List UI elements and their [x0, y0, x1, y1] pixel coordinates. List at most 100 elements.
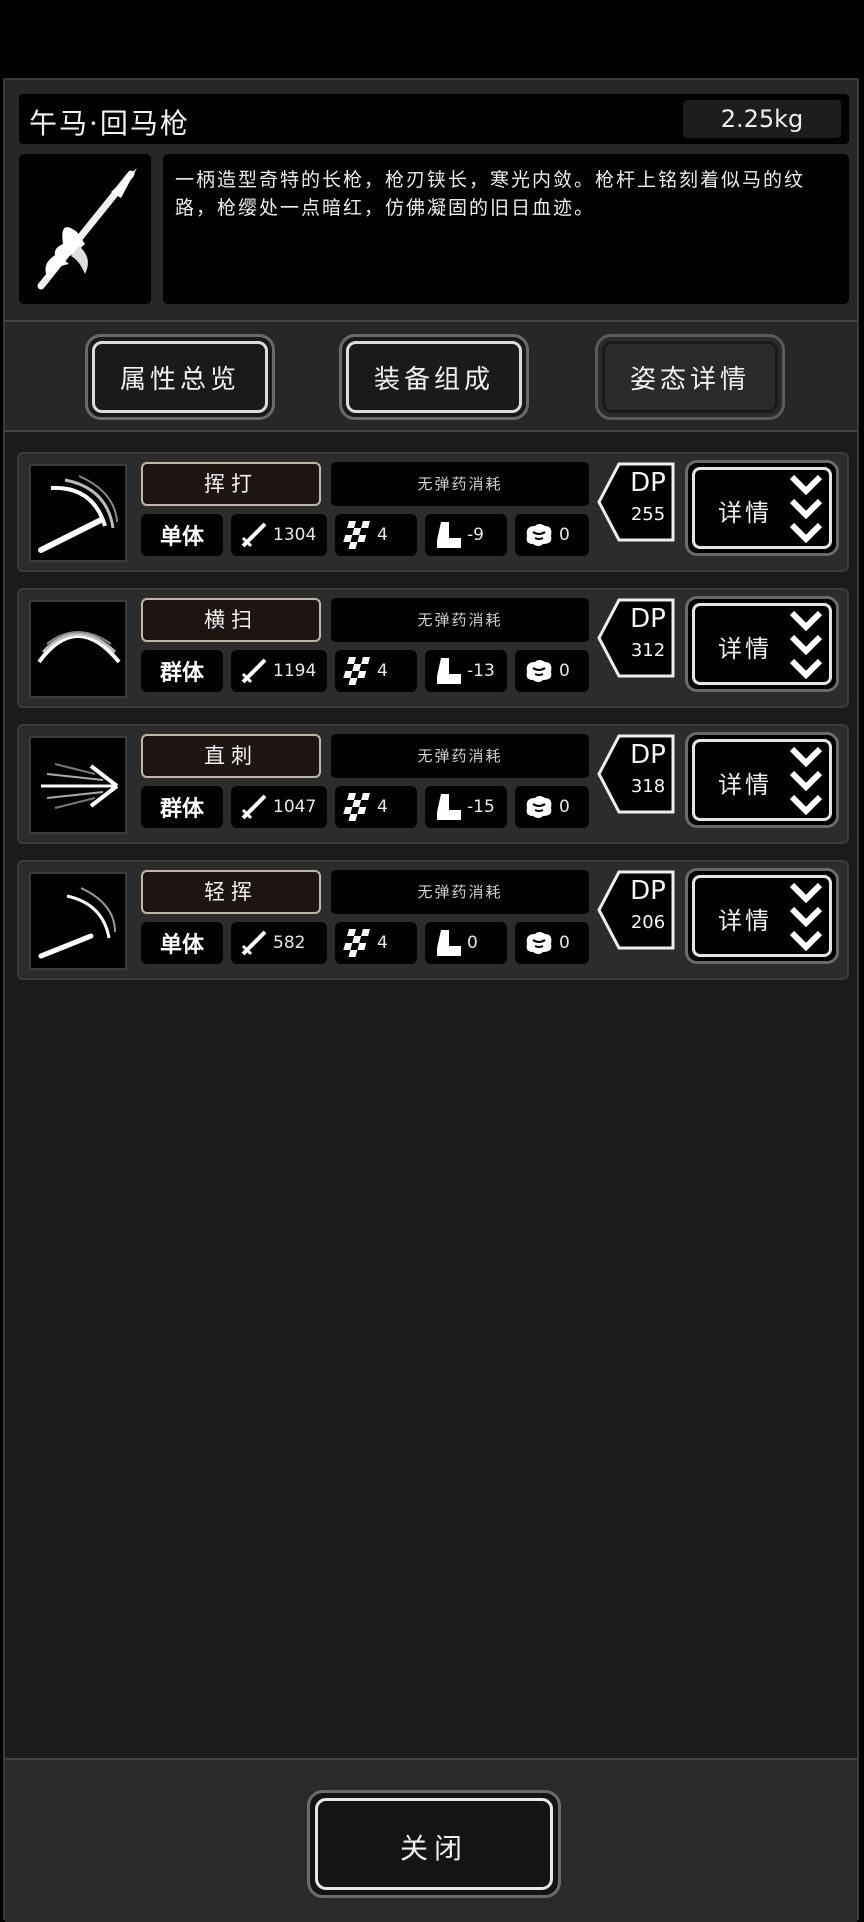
dp-badge: DP 255: [597, 462, 677, 542]
target-type-badge: 群体: [141, 786, 223, 828]
sanity-stat: 0: [515, 650, 589, 692]
skill-row: 直刺 无弹药消耗 群体 1047 4 -15 0 DP 318 详情: [17, 724, 849, 844]
tab-equipment-composition[interactable]: 装备组成: [339, 334, 529, 420]
skill-name: 轻挥: [141, 870, 321, 914]
attack-stat: 1304: [231, 514, 327, 556]
skill-detail-button[interactable]: 详情: [685, 460, 839, 556]
detail-label: 详情: [718, 907, 772, 935]
skill-row: 挥打 无弹药消耗 单体 1304 4 -9 0 DP 255 详情: [17, 452, 849, 572]
target-type-badge: 单体: [141, 514, 223, 556]
boot-icon: [437, 794, 461, 820]
brain-icon: [526, 524, 552, 546]
attack-stat: 1194: [231, 650, 327, 692]
sanity-value: 0: [559, 933, 570, 953]
target-type-badge: 单体: [141, 922, 223, 964]
sweep-arc-icon: [29, 600, 127, 698]
chevron-down-icon: [789, 882, 823, 952]
tab-label: 姿态详情: [629, 364, 750, 395]
dp-value: 312: [630, 640, 666, 661]
sword-icon: [241, 794, 267, 820]
move-stat: -9: [425, 514, 507, 556]
skill-detail-button[interactable]: 详情: [685, 868, 839, 964]
skill-name: 直刺: [141, 734, 321, 778]
swing-slash-icon: [29, 464, 127, 562]
boot-icon: [437, 522, 461, 548]
item-header: 午马·回马枪 2.25kg 一柄造型奇特的长枪，枪刃铗长，寒光内敛。枪杆上铭刻着…: [5, 80, 857, 322]
checker-icon: [343, 793, 370, 821]
sanity-stat: 0: [515, 922, 589, 964]
hit-stat: 4: [335, 514, 417, 556]
attack-stat: 1047: [231, 786, 327, 828]
ammo-cost-label: 无弹药消耗: [331, 598, 589, 642]
dp-badge: DP 206: [597, 870, 677, 950]
hit-stat: 4: [335, 786, 417, 828]
move-value: -15: [467, 797, 495, 817]
move-stat: -15: [425, 786, 507, 828]
boot-icon: [437, 930, 461, 956]
ammo-cost-label: 无弹药消耗: [331, 462, 589, 506]
skill-row: 轻挥 无弹药消耗 单体 582 4 0 0 DP 206 详情: [17, 860, 849, 980]
tab-bar: 属性总览 装备组成 姿态详情: [5, 322, 857, 432]
item-description: 一柄造型奇特的长枪，枪刃铗长，寒光内敛。枪杆上铭刻着似马的纹路，枪缨处一点暗红，…: [163, 154, 849, 304]
hit-stat: 4: [335, 650, 417, 692]
dp-label: DP: [630, 876, 666, 906]
ammo-cost-label: 无弹药消耗: [331, 870, 589, 914]
thrust-icon: [29, 736, 127, 834]
close-button[interactable]: 关闭: [307, 1790, 561, 1898]
close-label: 关闭: [399, 1832, 468, 1865]
item-weight: 2.25kg: [683, 100, 841, 138]
skill-name: 横扫: [141, 598, 321, 642]
skill-name: 挥打: [141, 462, 321, 506]
sword-icon: [241, 658, 267, 684]
chevron-down-icon: [789, 610, 823, 680]
checker-icon: [343, 657, 370, 685]
brain-icon: [526, 660, 552, 682]
detail-label: 详情: [718, 771, 772, 799]
dp-label: DP: [630, 468, 666, 498]
brain-icon: [526, 932, 552, 954]
move-stat: 0: [425, 922, 507, 964]
move-stat: -13: [425, 650, 507, 692]
tab-attributes-overview[interactable]: 属性总览: [85, 334, 275, 420]
hit-value: 4: [377, 933, 388, 953]
chevron-down-icon: [789, 474, 823, 544]
target-type-badge: 群体: [141, 650, 223, 692]
tab-label: 装备组成: [373, 364, 494, 395]
item-name-bar: 午马·回马枪 2.25kg: [19, 94, 849, 144]
dp-badge: DP 312: [597, 598, 677, 678]
detail-label: 详情: [718, 499, 772, 527]
attack-stat: 582: [231, 922, 327, 964]
dp-badge: DP 318: [597, 734, 677, 814]
weapon-detail-panel: 午马·回马枪 2.25kg 一柄造型奇特的长枪，枪刃铗长，寒光内敛。枪杆上铭刻着…: [3, 78, 859, 1922]
dp-label: DP: [630, 604, 666, 634]
sanity-stat: 0: [515, 514, 589, 556]
dp-label: DP: [630, 740, 666, 770]
skill-detail-button[interactable]: 详情: [685, 732, 839, 828]
hit-value: 4: [377, 797, 388, 817]
skill-detail-button[interactable]: 详情: [685, 596, 839, 692]
dp-value: 255: [630, 504, 666, 525]
tab-label: 属性总览: [119, 364, 240, 395]
attack-value: 582: [273, 933, 306, 953]
sanity-value: 0: [559, 661, 570, 681]
hit-value: 4: [377, 525, 388, 545]
detail-label: 详情: [718, 635, 772, 663]
move-value: -9: [467, 525, 484, 545]
sword-icon: [241, 930, 267, 956]
boot-icon: [437, 658, 461, 684]
attack-value: 1047: [273, 797, 317, 817]
sword-icon: [241, 522, 267, 548]
item-name: 午马·回马枪: [29, 107, 190, 140]
attack-value: 1304: [273, 525, 317, 545]
tab-stance-details[interactable]: 姿态详情: [595, 334, 785, 420]
sanity-stat: 0: [515, 786, 589, 828]
sanity-value: 0: [559, 797, 570, 817]
hit-stat: 4: [335, 922, 417, 964]
dp-value: 206: [630, 912, 666, 933]
sanity-value: 0: [559, 525, 570, 545]
hit-value: 4: [377, 661, 388, 681]
light-swing-icon: [29, 872, 127, 970]
checker-icon: [343, 521, 370, 549]
skill-row: 横扫 无弹药消耗 群体 1194 4 -13 0 DP 312 详情: [17, 588, 849, 708]
ammo-cost-label: 无弹药消耗: [331, 734, 589, 778]
